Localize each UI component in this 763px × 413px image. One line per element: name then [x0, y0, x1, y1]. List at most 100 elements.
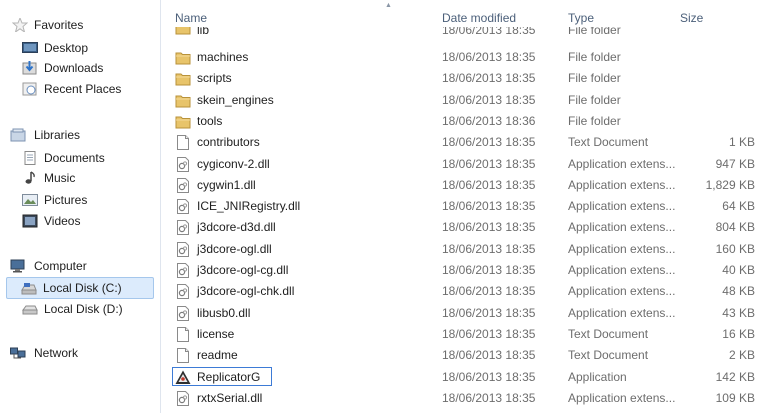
folder-icon [175, 52, 191, 65]
file-size: 947 KB [715, 157, 755, 171]
file-list: ▲ Name Date modified Type Size lib 18/06/… [160, 0, 763, 413]
file-row-lib[interactable]: lib 18/06/2013 18:35 File folder [160, 27, 763, 40]
file-row-readme[interactable]: readme 18/06/2013 18:35 Text Document 2 KB [160, 345, 763, 365]
pictures-icon [22, 194, 38, 206]
folder-icon [175, 116, 191, 129]
file-type: Application [568, 370, 627, 384]
file-name: j3dcore-ogl.dll [197, 242, 272, 256]
sort-arrow-icon: ▲ [385, 2, 392, 9]
file-date-modified: 18/06/2013 18:35 [442, 263, 536, 277]
nav-item-recent-places[interactable]: Recent Places [22, 79, 152, 99]
column-header-name[interactable]: Name [175, 11, 207, 25]
file-name: scripts [197, 71, 232, 85]
file-type: Application extens... [568, 220, 676, 234]
file-row-j3dcore-d3d-dll[interactable]: j3dcore-d3d.dll 18/06/2013 18:35 Applicati… [160, 217, 763, 237]
dll-file-icon [177, 284, 189, 299]
nav-item-music[interactable]: Music [22, 168, 152, 188]
nav-network[interactable]: Network [10, 343, 152, 363]
nav-computer-label: Computer [34, 259, 87, 273]
file-row-cygwin1-dll[interactable]: cygwin1.dll 18/06/2013 18:35 Application e… [160, 175, 763, 195]
nav-item-label: Videos [44, 214, 81, 228]
file-type: Application extens... [568, 157, 676, 171]
file-row-machines[interactable]: machines 18/06/2013 18:35 File folder [160, 47, 763, 67]
file-size: 16 KB [722, 327, 755, 341]
file-name: j3dcore-ogl-cg.dll [197, 263, 289, 277]
file-type: File folder [568, 50, 621, 64]
star-icon [12, 18, 28, 32]
file-size: 142 KB [715, 370, 755, 384]
file-date-modified: 18/06/2013 18:35 [442, 284, 536, 298]
file-row-libusb0-dll[interactable]: libusb0.dll 18/06/2013 18:35 Application e… [160, 303, 763, 323]
folder-icon [175, 95, 191, 108]
file-size: 40 KB [722, 263, 755, 277]
file-row-rxtxserial-dll[interactable]: rxtxSerial.dll 18/06/2013 18:35 Applicatio… [160, 388, 763, 408]
recent-places-icon [22, 82, 37, 96]
nav-item-documents[interactable]: Documents [22, 148, 152, 168]
file-name: j3dcore-d3d.dll [197, 220, 276, 234]
file-row-j3dcore-ogl-cg-dll[interactable]: j3dcore-ogl-cg.dll 18/06/2013 18:35 Applic… [160, 260, 763, 280]
dll-file-icon [177, 199, 189, 214]
file-name: rxtxSerial.dll [197, 391, 263, 405]
nav-item-local-disk-c[interactable]: Local Disk (C:) [6, 277, 154, 299]
column-header-date[interactable]: Date modified [442, 11, 516, 25]
file-date-modified: 18/06/2013 18:35 [442, 71, 536, 85]
nav-libraries[interactable]: Libraries [10, 125, 152, 145]
file-type: Application extens... [568, 306, 676, 320]
file-date-modified: 18/06/2013 18:35 [442, 220, 536, 234]
file-date-modified: 18/06/2013 18:35 [442, 391, 536, 405]
nav-item-videos[interactable]: Videos [22, 211, 152, 231]
nav-item-label: Pictures [44, 193, 88, 207]
dll-file-icon [177, 178, 189, 193]
file-size: 804 KB [715, 220, 755, 234]
dll-file-icon [177, 263, 189, 278]
file-date-modified: 18/06/2013 18:35 [442, 50, 536, 64]
nav-item-label: Desktop [44, 41, 89, 55]
dll-file-icon [177, 306, 189, 321]
file-date-modified: 18/06/2013 18:35 [442, 135, 536, 149]
nav-libraries-label: Libraries [34, 128, 81, 142]
file-date-modified: 18/06/2013 18:35 [442, 93, 536, 107]
nav-item-desktop[interactable]: Desktop [22, 38, 152, 58]
nav-favorites[interactable]: Favorites [12, 15, 152, 35]
file-size: 109 KB [715, 391, 755, 405]
file-row-license[interactable]: license 18/06/2013 18:35 Text Document 16 K… [160, 324, 763, 344]
nav-item-downloads[interactable]: Downloads [22, 58, 152, 78]
nav-item-label: Downloads [44, 61, 104, 75]
file-size: 64 KB [722, 199, 755, 213]
dll-file-icon [177, 391, 189, 406]
file-name: tools [197, 114, 223, 128]
text-document-icon [177, 327, 189, 342]
file-date-modified: 18/06/2013 18:35 [442, 242, 536, 256]
nav-item-pictures[interactable]: Pictures [22, 190, 152, 210]
file-name: ICE_JNIRegistry.dll [197, 199, 301, 213]
downloads-icon [22, 61, 37, 75]
file-size: 1 KB [728, 135, 755, 149]
drive-icon [21, 283, 37, 295]
text-document-icon [177, 135, 189, 150]
file-name: lib [197, 27, 210, 37]
file-row-j3dcore-ogl-dll[interactable]: j3dcore-ogl.dll 18/06/2013 18:35 Applicati… [160, 239, 763, 259]
file-type: Application extens... [568, 178, 676, 192]
file-type: Application extens... [568, 242, 676, 256]
file-row-contributors[interactable]: contributors 18/06/2013 18:35 Text Documen… [160, 132, 763, 152]
file-row-cygiconv-2-dll[interactable]: cygiconv-2.dll 18/06/2013 18:35 Applicatio… [160, 154, 763, 174]
column-header-type[interactable]: Type [568, 11, 594, 25]
file-row-ice-jniregistry-dll[interactable]: ICE_JNIRegistry.dll 18/06/2013 18:35 Appli… [160, 196, 763, 216]
file-name: cygwin1.dll [197, 178, 256, 192]
nav-item-local-disk-d[interactable]: Local Disk (D:) [22, 299, 152, 319]
file-row-tools[interactable]: tools 18/06/2013 18:36 File folder [160, 111, 763, 131]
dll-file-icon [177, 157, 189, 172]
file-row-j3dcore-ogl-chk-dll[interactable]: j3dcore-ogl-chk.dll 18/06/2013 18:35 Appli… [160, 281, 763, 301]
column-header-size[interactable]: Size [680, 11, 703, 25]
file-name: readme [197, 348, 238, 362]
file-row-skein-engines[interactable]: skein_engines 18/06/2013 18:35 File folder [160, 90, 763, 110]
documents-icon [24, 151, 36, 165]
file-name: contributors [197, 135, 260, 149]
nav-network-label: Network [34, 346, 79, 360]
file-name: license [197, 327, 235, 341]
file-row-scripts[interactable]: scripts 18/06/2013 18:35 File folder [160, 68, 763, 88]
nav-computer[interactable]: Computer [10, 256, 152, 276]
dll-file-icon [177, 242, 189, 257]
file-row-replicatorg[interactable]: ReplicatorG 18/06/2013 18:35 Application 14… [160, 367, 763, 387]
file-type: Application extens... [568, 391, 676, 405]
